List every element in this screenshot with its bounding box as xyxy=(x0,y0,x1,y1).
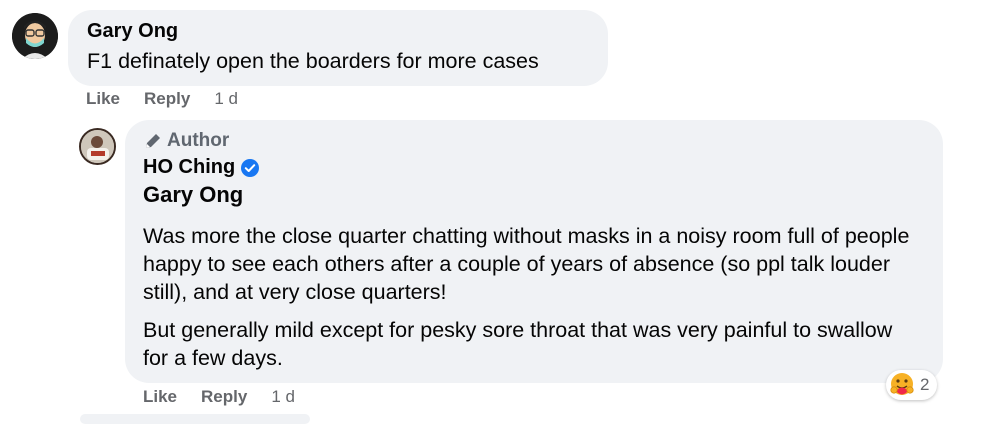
next-comment-edge xyxy=(80,414,310,424)
comment-author-name[interactable]: HO Ching xyxy=(143,156,235,179)
reaction-count: 2 xyxy=(920,375,930,394)
comment-paragraph: But generally mild except for pesky sore… xyxy=(143,318,893,370)
mention-link[interactable]: Gary Ong xyxy=(143,182,243,208)
comment-actions: Like Reply 1 d xyxy=(143,387,295,407)
comment-author-name[interactable]: Gary Ong xyxy=(87,20,178,43)
like-button[interactable]: Like xyxy=(86,89,120,109)
author-badge: Author xyxy=(143,130,229,152)
profile-photo-icon xyxy=(81,130,114,163)
comment-bubble: Gary Ong F1 definately open the boarders… xyxy=(68,10,608,86)
verified-badge-icon xyxy=(241,158,260,177)
comment-actions: Like Reply 1 d xyxy=(86,89,238,109)
comment-timestamp[interactable]: 1 d xyxy=(214,89,238,109)
reaction-summary[interactable]: 2 xyxy=(886,370,938,400)
author-name-row: HO Ching xyxy=(143,156,260,179)
comment-timestamp[interactable]: 1 d xyxy=(271,387,295,407)
author-badge-label: Author xyxy=(167,130,230,151)
care-reaction-icon xyxy=(890,373,914,395)
avatar-ho-ching[interactable] xyxy=(79,128,116,165)
reply-bubble: Author HO Ching Gary Ong Was more the cl… xyxy=(125,120,943,383)
reply-button[interactable]: Reply xyxy=(201,387,247,407)
reply-button[interactable]: Reply xyxy=(144,89,190,109)
like-button[interactable]: Like xyxy=(143,387,177,407)
comment-text: F1 definately open the boarders for more… xyxy=(87,49,539,73)
avatar-gary-ong[interactable] xyxy=(12,13,58,59)
pencil-icon xyxy=(146,134,160,148)
comment-paragraph: Was more the close quarter chatting with… xyxy=(143,224,910,304)
memoji-icon xyxy=(12,13,58,59)
